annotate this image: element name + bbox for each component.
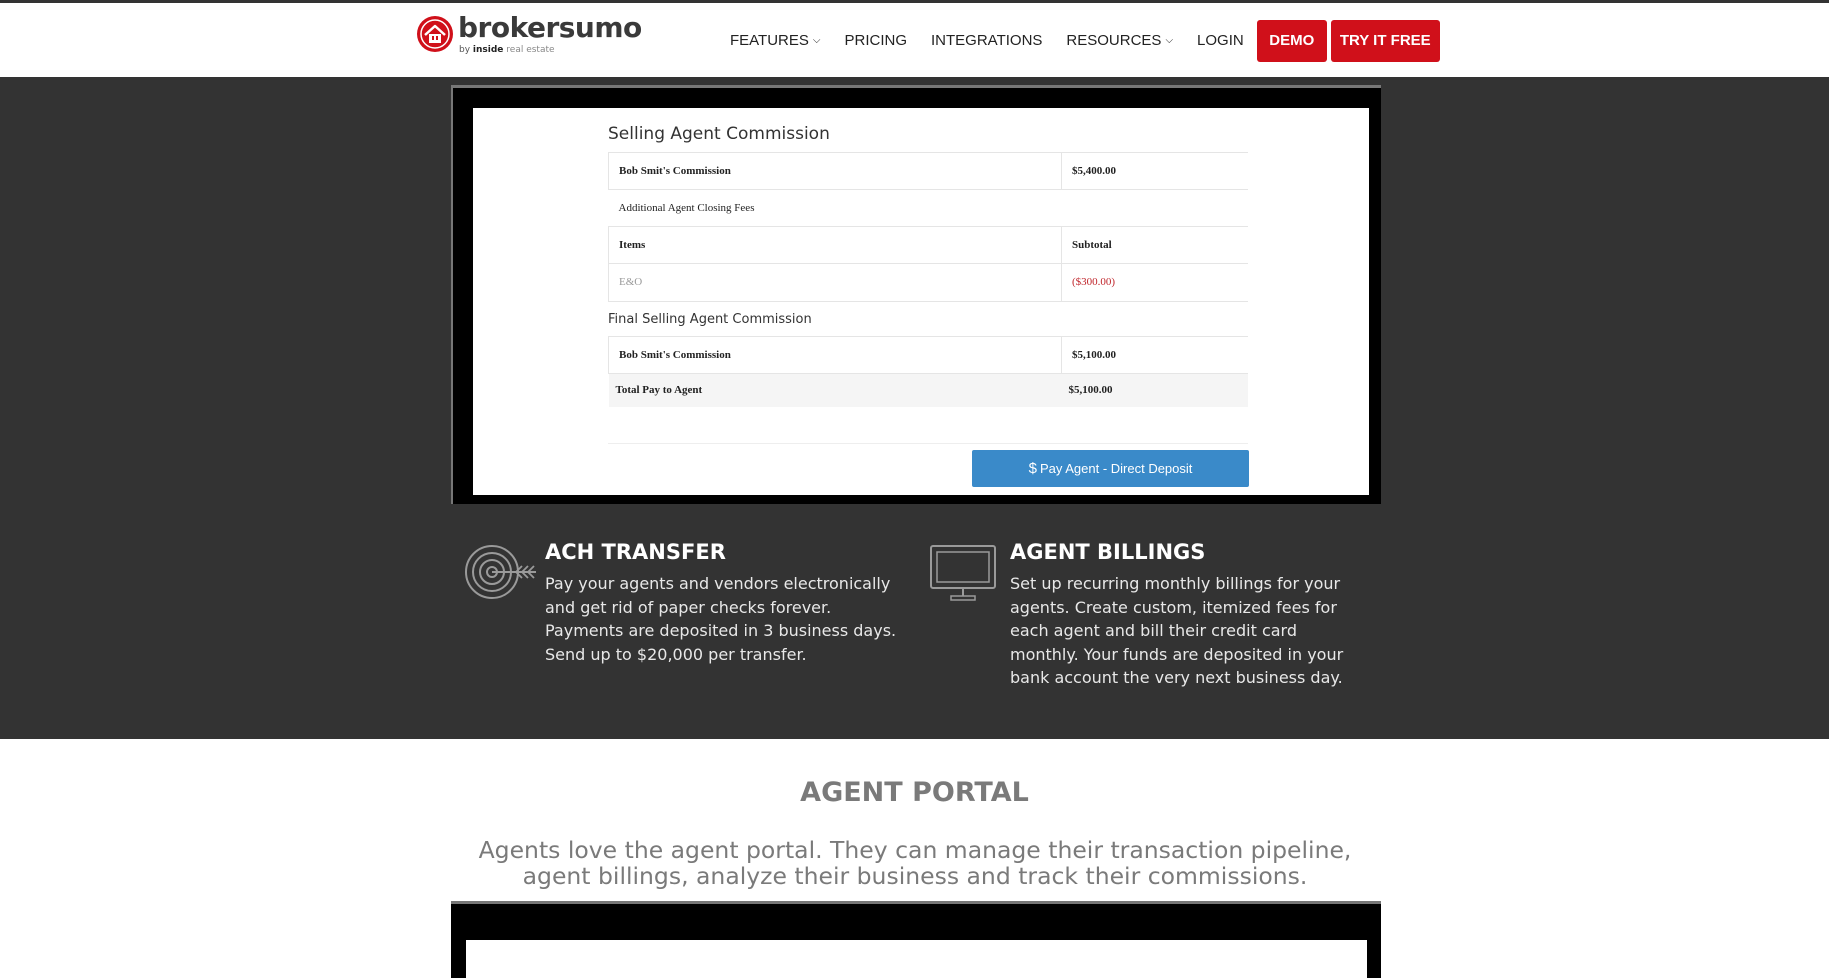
closing-fees-label: Additional Agent Closing Fees [608,189,1248,227]
demo-button[interactable]: DEMO [1256,19,1327,62]
final-commission-value: $5,100.00 [1061,335,1248,373]
fee-item: E&O [608,263,1062,301]
house-logo-icon [417,16,453,52]
final-commission-heading: Final Selling Agent Commission [608,300,1248,336]
total-pay-label: Total Pay to Agent [608,372,1062,407]
commission-table: Bob Smit's Commission $5,400.00 Addition… [608,152,1248,301]
brand-name: brokersumo [458,11,642,44]
chevron-down-icon: ⌵ [1165,35,1174,46]
monitor-icon [930,545,996,601]
nav-login[interactable]: LOGIN [1197,32,1244,49]
feature-title: ACH TRANSFER [545,540,726,564]
nav-pricing[interactable]: PRICING [845,32,908,49]
portal-screenshot [466,940,1367,978]
main-nav: FEATURES ⌵ PRICING INTEGRATIONS RESOURCES… [730,19,1440,62]
total-pay-value: $5,100.00 [1061,372,1248,407]
agent-commission-label: Bob Smit's Commission [608,152,1062,190]
table-row: Items Subtotal [608,226,1248,264]
feature-body: AGENT BILLINGS Set up recurring monthly … [1010,540,1370,690]
commission-screenshot: Selling Agent Commission Bob Smit's Comm… [473,108,1369,495]
agent-commission-value: $5,400.00 [1061,152,1248,190]
table-row: Bob Smit's Commission $5,100.00 [608,335,1248,373]
feature-text: Pay your agents and vendors electronical… [545,574,897,664]
nav-features[interactable]: FEATURES ⌵ [730,32,821,49]
dollar-icon: $ [1028,460,1037,477]
table-row: Total Pay to Agent $5,100.00 [608,372,1248,407]
target-icon [465,545,536,599]
agent-portal-section: AGENT PORTAL Agents love the agent porta… [0,739,1829,978]
chevron-down-icon: ⌵ [812,35,821,46]
fee-value: ($300.00) [1061,263,1248,301]
try-free-button[interactable]: TRY IT FREE [1330,19,1440,62]
table-row: E&O ($300.00) [608,263,1248,301]
final-commission-label: Bob Smit's Commission [608,335,1062,373]
nav-resources[interactable]: RESOURCES ⌵ [1066,32,1173,49]
commission-screenshot-frame: Selling Agent Commission Bob Smit's Comm… [451,85,1381,504]
final-commission-table: Bob Smit's Commission $5,100.00 Total Pa… [608,335,1248,407]
items-header: Items [608,226,1062,264]
divider [608,443,1248,444]
commission-title: Selling Agent Commission [608,124,830,144]
pay-agent-button[interactable]: $ Pay Agent - Direct Deposit [972,450,1249,487]
feature-body: ACH TRANSFER Pay your agents and vendors… [545,540,905,666]
portal-title: AGENT PORTAL [800,777,1029,808]
top-navbar: brokersumo by inside real estate FEATURE… [0,0,1829,77]
feature-title: AGENT BILLINGS [1010,540,1206,564]
feature-text: Set up recurring monthly billings for yo… [1010,574,1344,687]
portal-screenshot-frame [451,901,1381,978]
table-row: Additional Agent Closing Fees [608,189,1248,227]
portal-description: Agents love the agent portal. They can m… [478,836,1352,890]
subtotal-header: Subtotal [1061,226,1248,264]
brand-tagline: by inside real estate [459,45,555,55]
commission-panel: Selling Agent Commission Bob Smit's Comm… [608,124,1248,407]
nav-integrations[interactable]: INTEGRATIONS [931,32,1042,49]
brand-logo[interactable]: brokersumo by inside real estate [416,11,656,55]
table-row: Bob Smit's Commission $5,400.00 [608,152,1248,190]
